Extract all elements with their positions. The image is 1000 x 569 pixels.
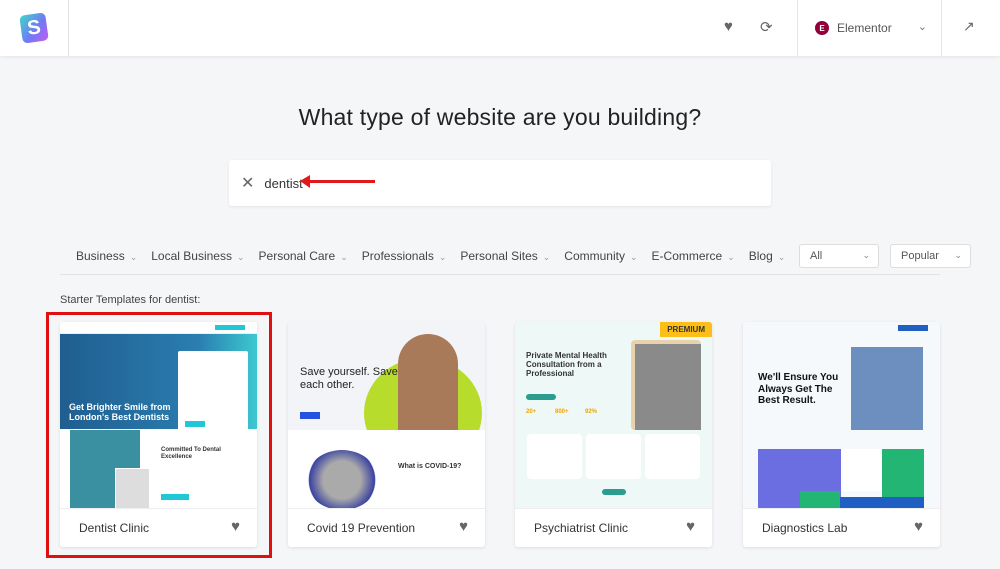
filter-blog[interactable]: Blog ⌄: [749, 249, 786, 263]
template-preview: Save yourself. Save each other. What is …: [288, 322, 485, 509]
template-name: Covid 19 Prevention: [307, 521, 416, 535]
filter-personal-care[interactable]: Personal Care ⌄: [259, 249, 348, 263]
template-preview: Private Mental Health Consultation from …: [515, 322, 712, 509]
category-filters: Business ⌄ Local Business ⌄ Personal Care ⌄…: [76, 249, 799, 263]
chevron-down-icon: ⌄: [917, 21, 927, 33]
sync-icon[interactable]: ⟳: [760, 18, 773, 36]
search-input[interactable]: ✕ dentist: [229, 160, 771, 206]
divider: [60, 274, 940, 275]
favorites-heart-icon[interactable]: ♥: [724, 18, 733, 35]
chevron-down-icon: ⌄: [954, 250, 962, 260]
logo-icon: S: [19, 12, 49, 44]
annotation-arrow: [300, 175, 375, 188]
filter-professionals[interactable]: Professionals ⌄: [362, 249, 447, 263]
top-bar: S ♥ ⟳ E Elementor ⌄ ↗: [0, 0, 1000, 56]
logo[interactable]: S: [0, 0, 69, 56]
template-name: Psychiatrist Clinic: [534, 521, 629, 535]
template-card-covid-19-prevention[interactable]: Save yourself. Save each other. What is …: [288, 322, 485, 547]
premium-badge: PREMIUM: [660, 322, 712, 337]
page-title: What type of website are you building?: [298, 104, 702, 130]
filter-personal-sites[interactable]: Personal Sites ⌄: [460, 249, 550, 263]
template-card-diagnostics-lab[interactable]: We'll Ensure You Always Get The Best Res…: [743, 322, 940, 547]
results-label: Starter Templates for dentist:: [60, 294, 201, 306]
favorite-heart-icon[interactable]: ♥: [914, 518, 923, 535]
type-select[interactable]: All ⌄: [799, 244, 879, 268]
elementor-icon: E: [815, 21, 829, 35]
filter-business[interactable]: Business ⌄: [76, 249, 137, 263]
favorite-heart-icon[interactable]: ♥: [459, 518, 468, 535]
filter-e-commerce[interactable]: E-Commerce ⌄: [652, 249, 735, 263]
filter-community[interactable]: Community ⌄: [564, 249, 637, 263]
highlight-box: [46, 312, 272, 558]
external-link-icon[interactable]: ↗: [963, 18, 975, 35]
search-value: dentist: [264, 175, 303, 191]
sort-select[interactable]: Popular ⌄: [890, 244, 971, 268]
chevron-down-icon: ⌄: [862, 250, 870, 260]
favorite-heart-icon[interactable]: ♥: [686, 518, 695, 535]
template-preview: We'll Ensure You Always Get The Best Res…: [743, 322, 940, 509]
page-builder-select[interactable]: E Elementor ⌄: [797, 0, 942, 56]
template-card-psychiatrist-clinic[interactable]: Private Mental Health Consultation from …: [515, 322, 712, 547]
builder-label: Elementor: [837, 21, 892, 35]
clear-search-icon[interactable]: ✕: [241, 173, 254, 193]
filter-local-business[interactable]: Local Business ⌄: [151, 249, 244, 263]
template-name: Diagnostics Lab: [762, 521, 848, 535]
